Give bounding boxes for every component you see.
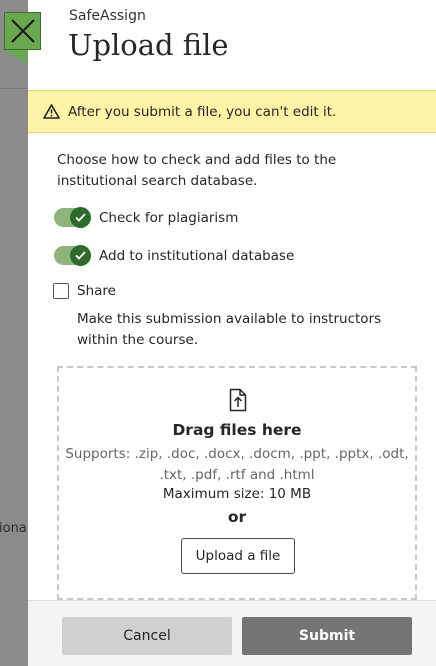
warning-icon — [43, 104, 60, 119]
institutional-label: Add to institutional database — [99, 247, 295, 264]
plagiarism-label: Check for plagiarism — [99, 209, 239, 226]
page-backdrop: iona — [0, 0, 28, 666]
page-title: Upload file — [68, 28, 229, 62]
check-icon — [70, 245, 91, 266]
institutional-toggle[interactable] — [54, 245, 91, 266]
close-button-tab — [4, 50, 27, 64]
plagiarism-toggle-row[interactable]: Check for plagiarism — [54, 207, 239, 228]
cancel-button[interactable]: Cancel — [62, 617, 232, 655]
share-checkbox[interactable] — [53, 283, 69, 299]
submit-button[interactable]: Submit — [242, 617, 412, 655]
file-upload-icon — [229, 388, 247, 412]
share-option-row: Share — [53, 283, 116, 299]
dropzone-title: Drag files here — [172, 421, 302, 439]
warning-text: After you submit a file, you can't edit … — [68, 103, 337, 120]
max-file-size: Maximum size: 10 MB — [162, 486, 312, 502]
or-separator: or — [227, 508, 247, 526]
footer-bar: Cancel Submit — [28, 600, 436, 666]
upload-panel: SafeAssign Upload file After you submit … — [28, 0, 436, 666]
backdrop-divider — [0, 88, 28, 89]
close-button[interactable] — [4, 12, 41, 50]
backdrop-partial-text: iona — [0, 521, 27, 536]
close-icon — [10, 19, 35, 43]
file-dropzone[interactable]: Drag files here Supports: .zip, .doc, .d… — [57, 366, 417, 600]
intro-text: Choose how to check and add files to the… — [57, 152, 337, 189]
upload-file-button[interactable]: Upload a file — [181, 538, 295, 574]
institutional-toggle-row[interactable]: Add to institutional database — [54, 245, 295, 266]
app-name: SafeAssign — [69, 8, 146, 24]
check-icon — [70, 207, 91, 228]
share-description: Make this submission available to instru… — [77, 311, 382, 348]
supported-formats: Supports: .zip, .doc, .docx, .docm, .ppt… — [65, 446, 409, 483]
plagiarism-toggle[interactable] — [54, 207, 91, 228]
warning-banner: After you submit a file, you can't edit … — [28, 90, 436, 133]
share-label: Share — [77, 283, 116, 299]
